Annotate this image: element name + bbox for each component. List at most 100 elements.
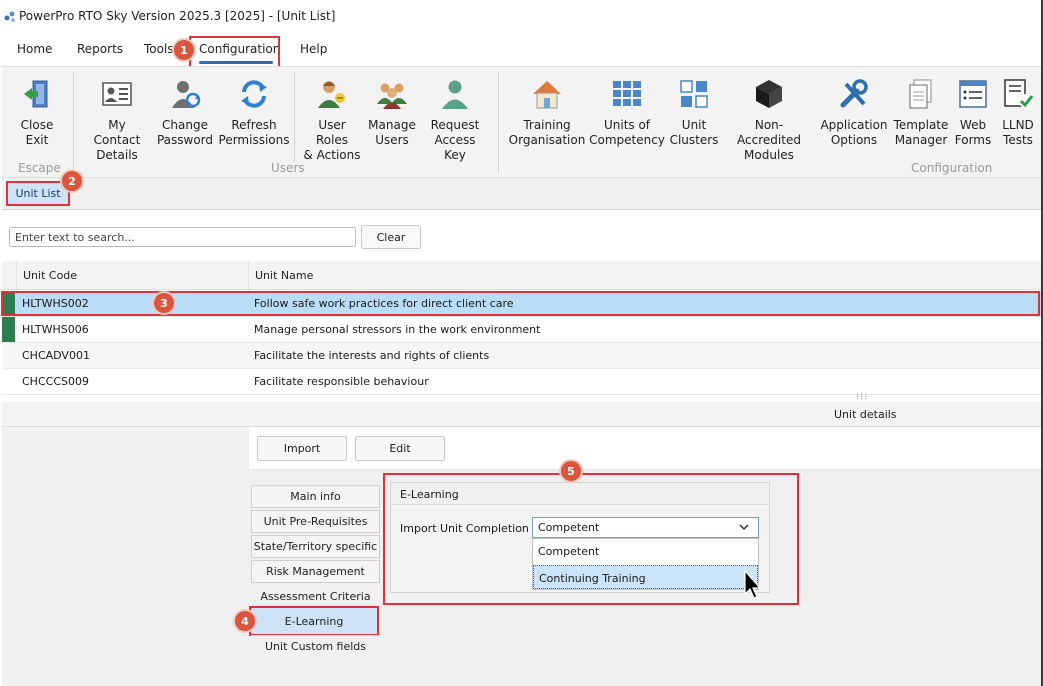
step-badge: 2	[62, 171, 82, 191]
table-row[interactable]: CHCADV001 Facilitate the interests and r…	[2, 343, 1041, 369]
group-separator	[73, 72, 74, 174]
unit-clusters-label: Unit Clusters	[669, 118, 719, 147]
user-roles-icon	[316, 78, 348, 110]
user-roles-label: User Roles & Actions	[303, 118, 361, 162]
tab-unit-list[interactable]: Unit List	[6, 181, 70, 206]
close-exit-label: Close Exit	[20, 118, 54, 147]
contact-card-icon	[101, 78, 133, 110]
training-organisation-label: Training Organisation	[508, 118, 586, 147]
change-password-label: Change Password	[156, 118, 214, 147]
non-accredited-modules-label: Non-Accredited Modules	[737, 118, 801, 162]
close-exit-icon	[21, 78, 53, 110]
refresh-permissions-button[interactable]: Refresh Permissions	[218, 78, 290, 148]
tab-unit-custom-fields[interactable]: Unit Custom fields	[251, 635, 380, 658]
group-label-users: Users	[271, 161, 305, 175]
column-header-unit-code[interactable]: Unit Code	[23, 269, 77, 282]
unit-code-cell: CHCADV001	[22, 349, 90, 362]
group-separator	[498, 72, 499, 174]
tab-risk-management[interactable]: Risk Management	[251, 560, 380, 583]
close-exit-button[interactable]: Close Exit	[18, 78, 56, 148]
group-label-configuration: Configuration	[911, 161, 993, 175]
tab-assessment-criteria[interactable]: Assessment Criteria	[251, 585, 380, 608]
chevron-down-icon[interactable]	[738, 521, 750, 533]
step-badge: 3	[154, 293, 174, 313]
lower-left-panel	[2, 427, 249, 686]
cube-icon	[753, 78, 785, 110]
tab-e-learning[interactable]: E-Learning	[249, 606, 379, 636]
option-continuing-training[interactable]: Continuing Training	[533, 565, 758, 589]
group-separator	[294, 72, 295, 162]
non-accredited-modules-button[interactable]: Non-Accredited Modules	[725, 78, 813, 163]
llnd-tests-button[interactable]: LLND Tests	[999, 78, 1037, 148]
web-forms-label: Web Forms	[954, 118, 992, 147]
unit-details-label: Unit details	[834, 408, 897, 421]
template-manager-button[interactable]: Template Manager	[894, 78, 948, 148]
edit-button[interactable]: Edit	[355, 436, 445, 461]
application-options-button[interactable]: Application Options	[820, 78, 888, 148]
unit-name-cell: Facilitate responsible behaviour	[254, 375, 429, 388]
option-competent[interactable]: Competent	[533, 539, 758, 563]
request-key-icon	[439, 78, 471, 110]
menu-reports[interactable]: Reports	[77, 42, 123, 56]
web-forms-button[interactable]: Web Forms	[955, 78, 991, 148]
table-header	[2, 261, 1041, 290]
configuration-highlight	[189, 36, 280, 69]
tab-state-territory-specific[interactable]: State/Territory specific	[251, 535, 380, 558]
unit-code-cell: HLTWHS006	[22, 323, 89, 336]
llnd-tests-label: LLND Tests	[1002, 118, 1034, 147]
clusters-icon	[678, 78, 710, 110]
request-access-key-button[interactable]: Request Access Key	[423, 78, 487, 163]
menu-help[interactable]: Help	[300, 42, 327, 56]
clear-button[interactable]: Clear	[361, 225, 421, 249]
llnd-tests-icon	[1002, 78, 1034, 110]
web-forms-icon	[957, 78, 989, 110]
units-of-competency-button[interactable]: Units of Competency	[589, 78, 665, 148]
change-password-icon	[169, 78, 201, 110]
import-button[interactable]: Import	[257, 436, 347, 461]
manage-users-label: Manage Users	[368, 118, 416, 147]
e-learning-title: E-Learning	[400, 488, 459, 501]
tab-unit-pre-requisites[interactable]: Unit Pre-Requisites	[251, 510, 380, 533]
unit-name-cell: Facilitate the interests and rights of c…	[254, 349, 490, 362]
import-unit-completion-label: Import Unit Completion as	[400, 522, 545, 535]
request-access-key-label: Request Access Key	[430, 118, 480, 162]
step-badge: 1	[174, 40, 194, 60]
manage-users-button[interactable]: Manage Users	[368, 78, 416, 148]
refresh-permissions-label: Refresh Permissions	[218, 118, 290, 147]
change-password-button[interactable]: Change Password	[156, 78, 214, 148]
units-of-competency-label: Units of Competency	[589, 118, 665, 147]
tools-icon	[838, 78, 870, 110]
menu-home[interactable]: Home	[17, 42, 52, 56]
refresh-icon	[238, 78, 270, 110]
select-value: Competent	[538, 521, 600, 534]
window-title: PowerPro RTO Sky Version 2025.3 [2025] -…	[19, 9, 336, 23]
user-roles-button[interactable]: User Roles & Actions	[302, 78, 362, 163]
my-contact-details-label: My Contact Details	[93, 118, 141, 162]
table-row[interactable]: HLTWHS006 Manage personal stressors in t…	[2, 317, 1041, 343]
step-badge: 4	[235, 611, 255, 631]
row-indicator	[2, 317, 15, 342]
template-icon	[905, 78, 937, 110]
app-icon	[4, 11, 15, 22]
table-row[interactable]: CHCCCS009 Facilitate responsible behavio…	[2, 369, 1041, 395]
column-header-unit-name[interactable]: Unit Name	[255, 269, 313, 282]
group-label-escape: Escape	[18, 161, 61, 175]
tab-main-info[interactable]: Main info	[251, 485, 380, 508]
unit-code-cell: CHCCCS009	[22, 375, 89, 388]
step-badge: 5	[561, 461, 581, 481]
active-menu-underline	[199, 61, 273, 64]
house-icon	[531, 78, 563, 110]
training-organisation-button[interactable]: Training Organisation	[508, 78, 586, 148]
unit-clusters-button[interactable]: Unit Clusters	[669, 78, 719, 148]
menu-bar: Home Reports Tools Configuration Help	[0, 34, 1043, 66]
manage-users-icon	[376, 78, 408, 110]
template-manager-label: Template Manager	[893, 118, 949, 147]
my-contact-details-button[interactable]: My Contact Details	[84, 78, 150, 163]
unit-name-cell: Manage personal stressors in the work en…	[254, 323, 541, 336]
menu-tools[interactable]: Tools	[144, 42, 174, 56]
document-tab-strip	[2, 178, 1043, 210]
search-input[interactable]	[9, 227, 356, 247]
mouse-cursor-icon	[744, 570, 762, 599]
grid-icon	[611, 78, 643, 110]
application-options-label: Application Options	[820, 118, 888, 147]
